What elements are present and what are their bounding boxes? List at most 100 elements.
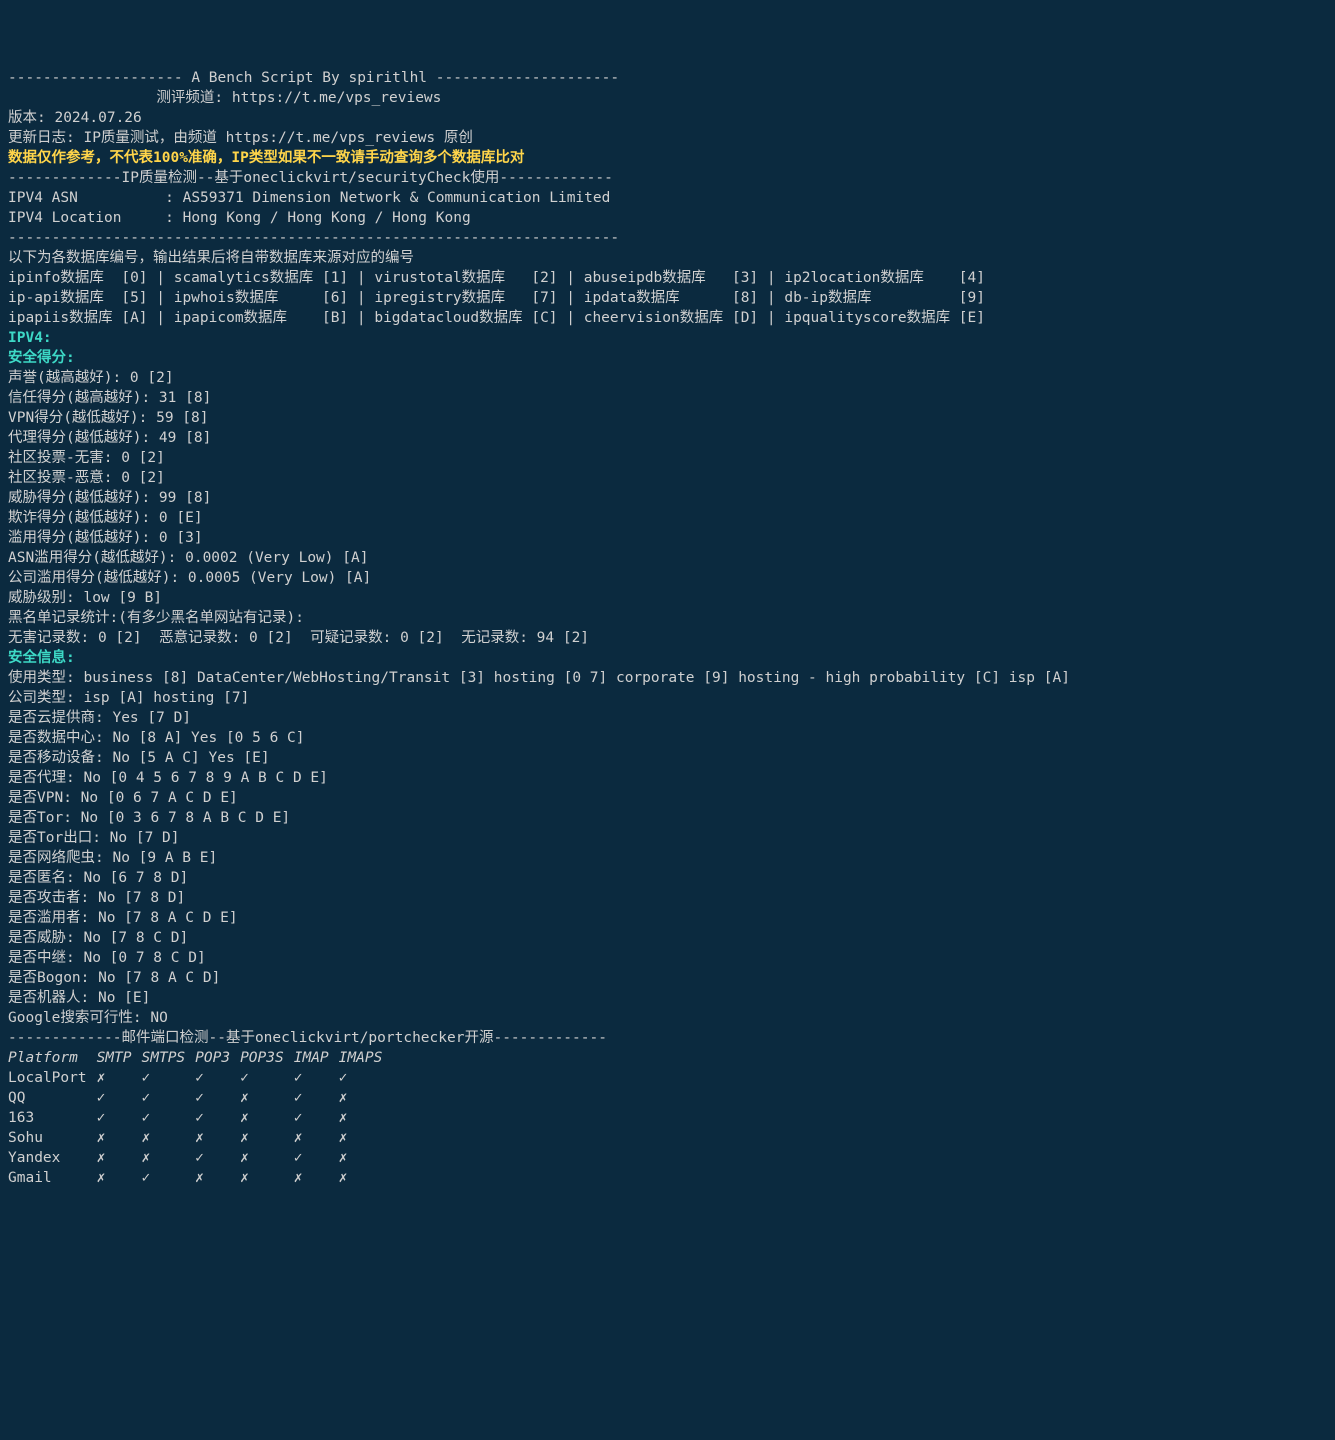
sec-info-11: 是否攻击者: No [7 8 D] xyxy=(8,890,185,906)
platform-cell: Sohu xyxy=(8,1128,97,1148)
sec-info-6: 是否VPN: No [0 6 7 A C D E] xyxy=(8,790,238,806)
title-line: -------------------- A Bench Script By s… xyxy=(8,70,619,86)
db-row-1: ip-api数据库 [5] | ipwhois数据库 [6] | ipregis… xyxy=(8,290,985,306)
port-status-cell: ✗ xyxy=(294,1168,339,1188)
sec-info-label: 安全信息: xyxy=(8,650,75,666)
port-header-cell: SMTPS xyxy=(142,1048,196,1068)
port-status-cell: ✗ xyxy=(339,1128,393,1148)
port-status-cell: ✗ xyxy=(142,1148,196,1168)
sec-score-11: 威胁级别: low [9 B] xyxy=(8,590,162,606)
db-intro: 以下为各数据库编号，输出结果后将自带数据库来源对应的编号 xyxy=(8,250,414,266)
ipv4-label: IPV4: xyxy=(8,330,52,346)
port-status-cell: ✗ xyxy=(240,1108,294,1128)
sec-score-1: 信任得分(越高越好): 31 [8] xyxy=(8,390,211,406)
port-status-cell: ✗ xyxy=(240,1168,294,1188)
port-status-cell: ✓ xyxy=(142,1068,196,1088)
platform-cell: QQ xyxy=(8,1088,97,1108)
port-status-cell: ✗ xyxy=(97,1068,142,1088)
port-status-cell: ✓ xyxy=(339,1068,393,1088)
sec-info-14: 是否中继: No [0 7 8 C D] xyxy=(8,950,206,966)
port-status-cell: ✓ xyxy=(240,1068,294,1088)
sec-score-0: 声誉(越高越好): 0 [2] xyxy=(8,370,174,386)
platform-cell: Yandex xyxy=(8,1148,97,1168)
sec-score-10: 公司滥用得分(越低越好): 0.0005 (Very Low) [A] xyxy=(8,570,371,586)
sec-score-8: 滥用得分(越低越好): 0 [3] xyxy=(8,530,203,546)
sec-info-8: 是否Tor出口: No [7 D] xyxy=(8,830,180,846)
port-status-cell: ✗ xyxy=(97,1128,142,1148)
sec-score-5: 社区投票-恶意: 0 [2] xyxy=(8,470,165,486)
port-row: Sohu✗✗✗✗✗✗ xyxy=(8,1128,392,1148)
db-row-2: ipapiis数据库 [A] | ipapicom数据库 [B] | bigda… xyxy=(8,310,985,326)
port-status-cell: ✓ xyxy=(142,1168,196,1188)
sec-score-2: VPN得分(越低越好): 59 [8] xyxy=(8,410,209,426)
sec-info-7: 是否Tor: No [0 3 6 7 8 A B C D E] xyxy=(8,810,290,826)
port-status-cell: ✗ xyxy=(195,1128,240,1148)
port-status-cell: ✓ xyxy=(195,1088,240,1108)
sec-score-6: 威胁得分(越低越好): 99 [8] xyxy=(8,490,211,506)
port-status-cell: ✗ xyxy=(240,1088,294,1108)
sec-score-4: 社区投票-无害: 0 [2] xyxy=(8,450,165,466)
port-status-cell: ✓ xyxy=(195,1148,240,1168)
port-header-cell: SMTP xyxy=(97,1048,142,1068)
port-row: Gmail✗✓✗✗✗✗ xyxy=(8,1168,392,1188)
sec-info-3: 是否数据中心: No [8 A] Yes [0 5 6 C] xyxy=(8,730,305,746)
sec-info-17: Google搜索可行性: NO xyxy=(8,1010,168,1026)
sec-info-12: 是否滥用者: No [7 8 A C D E] xyxy=(8,910,238,926)
port-status-cell: ✗ xyxy=(97,1168,142,1188)
version-line: 版本: 2024.07.26 xyxy=(8,110,142,126)
port-status-cell: ✓ xyxy=(195,1068,240,1088)
port-status-cell: ✗ xyxy=(142,1128,196,1148)
sec-info-15: 是否Bogon: No [7 8 A C D] xyxy=(8,970,220,986)
port-row: 163✓✓✓✗✓✗ xyxy=(8,1108,392,1128)
port-status-cell: ✓ xyxy=(142,1108,196,1128)
port-status-cell: ✗ xyxy=(195,1168,240,1188)
sec-info-16: 是否机器人: No [E] xyxy=(8,990,150,1006)
sec-info-10: 是否匿名: No [6 7 8 D] xyxy=(8,870,188,886)
sec-score-9: ASN滥用得分(越低越好): 0.0002 (Very Low) [A] xyxy=(8,550,368,566)
port-status-cell: ✓ xyxy=(97,1108,142,1128)
sec-info-1: 公司类型: isp [A] hosting [7] xyxy=(8,690,249,706)
port-status-cell: ✓ xyxy=(294,1108,339,1128)
port-header-cell: Platform xyxy=(8,1048,97,1068)
port-status-cell: ✓ xyxy=(142,1088,196,1108)
sec-score-12: 黑名单记录统计:(有多少黑名单网站有记录): xyxy=(8,610,304,626)
port-status-cell: ✗ xyxy=(339,1088,393,1108)
sec-score-3: 代理得分(越低越好): 49 [8] xyxy=(8,430,211,446)
port-row: Yandex✗✗✓✗✓✗ xyxy=(8,1148,392,1168)
port-status-cell: ✓ xyxy=(294,1068,339,1088)
port-status-cell: ✗ xyxy=(339,1108,393,1128)
sec-score-13: 无害记录数: 0 [2] 恶意记录数: 0 [2] 可疑记录数: 0 [2] 无… xyxy=(8,630,589,646)
port-table: PlatformSMTPSMTPSPOP3POP3SIMAPIMAPSLocal… xyxy=(8,1048,392,1188)
port-header-cell: IMAPS xyxy=(339,1048,393,1068)
port-status-cell: ✓ xyxy=(195,1108,240,1128)
db-row-0: ipinfo数据库 [0] | scamalytics数据库 [1] | vir… xyxy=(8,270,985,286)
platform-cell: LocalPort xyxy=(8,1068,97,1088)
ipq-section-header: -------------IP质量检测--基于oneclickvirt/secu… xyxy=(8,170,613,186)
sec-info-2: 是否云提供商: Yes [7 D] xyxy=(8,710,191,726)
port-status-cell: ✗ xyxy=(339,1148,393,1168)
port-row: LocalPort✗✓✓✓✓✓ xyxy=(8,1068,392,1088)
port-section-header: -------------邮件端口检测--基于oneclickvirt/port… xyxy=(8,1030,607,1046)
sec-score-7: 欺诈得分(越低越好): 0 [E] xyxy=(8,510,203,526)
port-status-cell: ✗ xyxy=(240,1148,294,1168)
sec-info-0: 使用类型: business [8] DataCenter/WebHosting… xyxy=(8,670,1070,686)
divider: ----------------------------------------… xyxy=(8,230,619,246)
port-status-cell: ✗ xyxy=(240,1128,294,1148)
port-row: QQ✓✓✓✗✓✗ xyxy=(8,1088,392,1108)
channel-line: 测评频道: https://t.me/vps_reviews xyxy=(8,90,441,106)
port-status-cell: ✓ xyxy=(97,1088,142,1108)
sec-info-9: 是否网络爬虫: No [9 A B E] xyxy=(8,850,217,866)
sec-info-4: 是否移动设备: No [5 A C] Yes [E] xyxy=(8,750,270,766)
sec-info-5: 是否代理: No [0 4 5 6 7 8 9 A B C D E] xyxy=(8,770,328,786)
platform-cell: 163 xyxy=(8,1108,97,1128)
port-status-cell: ✗ xyxy=(339,1168,393,1188)
sec-score-label: 安全得分: xyxy=(8,350,75,366)
port-status-cell: ✗ xyxy=(294,1128,339,1148)
sec-info-13: 是否威胁: No [7 8 C D] xyxy=(8,930,188,946)
port-status-cell: ✓ xyxy=(294,1088,339,1108)
terminal-output: -------------------- A Bench Script By s… xyxy=(8,68,1327,1188)
port-status-cell: ✗ xyxy=(97,1148,142,1168)
ipv4-location: IPV4 Location : Hong Kong / Hong Kong / … xyxy=(8,210,471,226)
changelog-line: 更新日志: IP质量测试，由频道 https://t.me/vps_review… xyxy=(8,130,473,146)
port-status-cell: ✓ xyxy=(294,1148,339,1168)
